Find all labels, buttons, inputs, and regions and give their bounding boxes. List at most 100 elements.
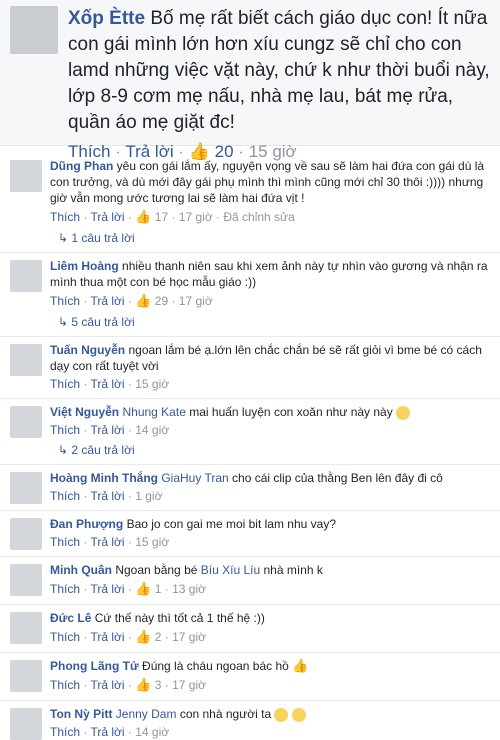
- reply-time[interactable]: 15 giờ: [135, 377, 169, 391]
- view-replies-link[interactable]: ↳ 1 câu trả lời: [0, 231, 500, 245]
- reply-link[interactable]: Trả lời: [90, 423, 124, 437]
- view-replies-link[interactable]: ↳ 2 câu trả lời: [0, 443, 500, 457]
- reply-item: Đức Lê Cứ thế này thì tốt cả 1 thế hệ :)…: [0, 610, 500, 645]
- avatar[interactable]: [10, 406, 42, 438]
- divider: [0, 700, 500, 701]
- reply-author[interactable]: Minh Quân: [50, 563, 112, 577]
- mention-link[interactable]: Jenny Dam: [116, 707, 177, 721]
- reply-time[interactable]: 15 giờ: [135, 535, 169, 549]
- reply-text: mai huấn luyện con xoăn như này này: [189, 405, 393, 419]
- reply-text: Đúng là cháu ngoan bác hồ: [142, 659, 289, 673]
- reply-author[interactable]: Tuấn Nguyễn: [50, 343, 125, 357]
- avatar[interactable]: [10, 260, 42, 292]
- like-link[interactable]: Thích: [50, 210, 80, 224]
- thumbs-up-icon: 👍: [135, 293, 152, 308]
- thumbs-up-icon: 👍: [135, 209, 152, 224]
- thumbs-up-icon: 👍: [135, 581, 152, 596]
- reply-text: Cứ thế này thì tốt cả 1 thế hệ :)): [94, 611, 265, 625]
- reply-item: Hoàng Minh Thắng GiaHuy Tran cho cái cli…: [0, 470, 500, 504]
- reply-item: Ton Nỳ Pitt Jenny Dam con nhà người ta T…: [0, 706, 500, 740]
- edited-label: Đã chỉnh sửa: [223, 210, 295, 224]
- reply-text: yêu con gái lắm ấy, nguyện vọng về sau s…: [50, 159, 485, 205]
- like-link[interactable]: Thích: [50, 630, 80, 644]
- divider: [0, 336, 500, 337]
- reply-author[interactable]: Việt Nguyễn: [50, 405, 119, 419]
- divider: [0, 398, 500, 399]
- reply-time[interactable]: 13 giờ: [172, 582, 206, 596]
- like-link[interactable]: Thích: [50, 423, 80, 437]
- reply-text: Bao jo con gai me moi bit lam nhu vay?: [126, 517, 337, 531]
- reply-link[interactable]: Trả lời: [90, 377, 124, 391]
- avatar[interactable]: [10, 6, 58, 54]
- reply-author[interactable]: Đức Lê: [50, 611, 91, 625]
- reply-item: Minh Quân Ngoan bằng bé Bíu Xíu Líu nhà …: [0, 562, 500, 597]
- like-link[interactable]: Thích: [50, 582, 80, 596]
- reply-author[interactable]: Ton Nỳ Pitt: [50, 707, 112, 721]
- avatar[interactable]: [10, 660, 42, 692]
- reply-time[interactable]: 14 giờ: [135, 423, 169, 437]
- reply-link[interactable]: Trả lời: [90, 294, 124, 308]
- like-count[interactable]: 1: [155, 582, 162, 596]
- smiley-emoji-icon: [274, 707, 289, 722]
- reply-link[interactable]: Trả lời: [90, 725, 124, 739]
- avatar[interactable]: [10, 472, 42, 504]
- reply-author[interactable]: Phong Lãng Tử: [50, 659, 139, 673]
- like-link[interactable]: Thích: [50, 489, 80, 503]
- reply-author[interactable]: Liêm Hoàng: [50, 259, 119, 273]
- reply-item: Dũng Phan yêu con gái lắm ấy, nguyện vọn…: [0, 158, 500, 225]
- reply-item: Phong Lãng Tử Đúng là cháu ngoan bác hồ …: [0, 658, 500, 693]
- like-link[interactable]: Thích: [50, 678, 80, 692]
- like-link[interactable]: Thích: [50, 725, 80, 739]
- like-link[interactable]: Thích: [50, 377, 80, 391]
- avatar[interactable]: [10, 708, 42, 740]
- avatar[interactable]: [10, 344, 42, 376]
- like-link[interactable]: Thích: [50, 294, 80, 308]
- comment-author[interactable]: Xốp Ètte: [68, 8, 145, 29]
- smiley-emoji-icon: [396, 405, 411, 420]
- reply-text: con nhà người ta: [179, 707, 272, 721]
- avatar[interactable]: [10, 564, 42, 596]
- mention-link[interactable]: GiaHuy Tran: [161, 471, 228, 485]
- reply-time[interactable]: 17 giờ: [172, 678, 206, 692]
- reply-link[interactable]: Trả lời: [90, 582, 124, 596]
- reply-link[interactable]: Trả lời: [90, 678, 124, 692]
- reply-author[interactable]: Dũng Phan: [50, 159, 113, 173]
- like-count[interactable]: 2: [155, 630, 162, 644]
- top-comment: Xốp Ètte Bố mẹ rất biết cách giáo dục co…: [0, 0, 500, 161]
- avatar[interactable]: [10, 160, 42, 192]
- reply-time[interactable]: 17 giờ: [179, 210, 213, 224]
- divider: [0, 252, 500, 253]
- like-count[interactable]: 3: [155, 678, 162, 692]
- divider: [0, 604, 500, 605]
- like-count[interactable]: 17: [155, 210, 168, 224]
- reply-link[interactable]: Trả lời: [90, 535, 124, 549]
- reply-link[interactable]: Trả lời: [90, 210, 124, 224]
- reply-author[interactable]: Hoàng Minh Thắng: [50, 471, 158, 485]
- like-link[interactable]: Thích: [50, 535, 80, 549]
- reply-text-2: nhà mình k: [263, 563, 323, 577]
- reply-time[interactable]: 17 giờ: [179, 294, 213, 308]
- reply-time[interactable]: 17 giờ: [172, 630, 206, 644]
- thumbs-up-icon: 👍: [135, 677, 152, 692]
- reply-link[interactable]: Trả lời: [90, 630, 124, 644]
- like-count[interactable]: 29: [155, 294, 168, 308]
- smiley-emoji-icon: [291, 707, 306, 722]
- reply-author[interactable]: Đan Phượng: [50, 517, 123, 531]
- reply-time[interactable]: 1 giờ: [135, 489, 162, 503]
- reply-text: Ngoan bằng bé: [115, 563, 198, 577]
- mention-link[interactable]: Bíu Xíu Líu: [201, 563, 260, 577]
- divider: [0, 510, 500, 511]
- view-replies-link[interactable]: ↳ 5 câu trả lời: [0, 315, 500, 329]
- avatar[interactable]: [10, 518, 42, 550]
- mention-link[interactable]: Nhung Kate: [122, 405, 185, 419]
- reply-item: Đan Phượng Bao jo con gai me moi bit lam…: [0, 516, 500, 550]
- thumbs-up-icon: 👍: [135, 629, 152, 644]
- comment-body: Xốp Ètte Bố mẹ rất biết cách giáo dục co…: [68, 6, 490, 136]
- divider: [0, 556, 500, 557]
- reply-time[interactable]: 14 giờ: [135, 725, 169, 739]
- reply-item: Tuấn Nguyễn ngoan lắm bé ạ.lớn lên chắc …: [0, 342, 500, 391]
- divider: [0, 652, 500, 653]
- avatar[interactable]: [10, 612, 42, 644]
- reply-text: cho cái clip của thằng Ben lên đây đi cô: [232, 471, 443, 485]
- reply-link[interactable]: Trả lời: [90, 489, 124, 503]
